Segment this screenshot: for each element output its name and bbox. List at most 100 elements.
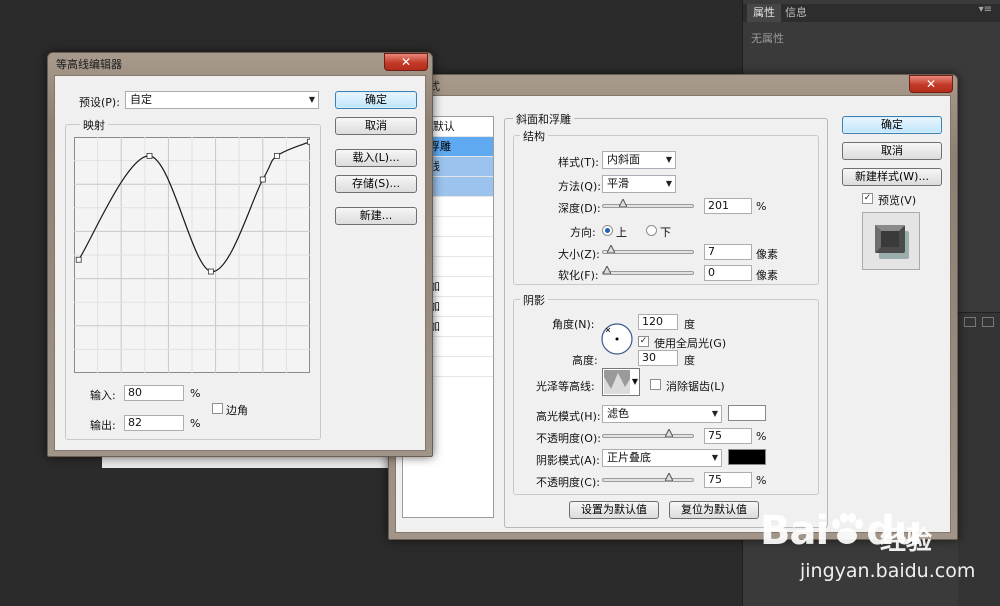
contour-ok-button[interactable]: 确定: [335, 91, 417, 109]
slider-thumb[interactable]: [664, 429, 673, 437]
soften-unit: 像素: [756, 269, 778, 282]
curve-point[interactable]: [146, 152, 153, 159]
input-field[interactable]: 80: [124, 385, 184, 401]
new-style-button[interactable]: 新建样式(W)...: [842, 168, 942, 186]
size-unit: 像素: [756, 248, 778, 261]
depth-label: 深度(D):: [558, 202, 601, 215]
shadow-opacity-input[interactable]: 75: [704, 472, 752, 488]
output-unit: %: [190, 417, 201, 430]
preset-value: 自定: [130, 93, 152, 106]
style-preview-thumbnail: [862, 212, 920, 270]
panel-lock-icon[interactable]: [964, 317, 976, 327]
preset-label: 预设(P):: [79, 96, 120, 109]
angle-label: 角度(N):: [552, 318, 595, 331]
angle-unit: 度: [684, 318, 695, 331]
highlight-opacity-unit: %: [756, 430, 767, 443]
anti-alias-label: 消除锯齿(L): [666, 380, 725, 393]
preview-checkbox[interactable]: ✓: [862, 193, 873, 204]
no-properties-text: 无属性: [751, 32, 784, 45]
reset-default-button[interactable]: 复位为默认值: [669, 501, 759, 519]
slider-thumb[interactable]: [607, 245, 616, 253]
technique-select[interactable]: 平滑 ▼: [602, 175, 676, 193]
shadow-color-swatch[interactable]: [728, 449, 766, 465]
soften-input[interactable]: 0: [704, 265, 752, 281]
size-label: 大小(Z):: [558, 248, 600, 261]
direction-up-radio[interactable]: [602, 225, 613, 236]
direction-down-label: 下: [660, 226, 671, 239]
baidu-logo-text: Bai: [760, 508, 829, 554]
slider-thumb[interactable]: [664, 473, 673, 481]
altitude-unit: 度: [684, 354, 695, 367]
layer-style-close-button[interactable]: ✕: [909, 75, 953, 93]
depth-slider[interactable]: [602, 199, 694, 208]
paw-icon: [828, 510, 866, 544]
altitude-input[interactable]: 30: [638, 350, 678, 366]
chevron-down-icon: ▼: [665, 179, 672, 188]
global-light-checkbox[interactable]: ✓: [638, 336, 649, 347]
mapping-group: 映射 输入: 80 % 边角 输出: 82 %: [65, 117, 321, 440]
curve-point[interactable]: [75, 256, 82, 263]
direction-down-radio[interactable]: [646, 225, 657, 236]
shading-group: 阴影 角度(N): 120 度 ✓ 使用全局光(G) 高度: 30 度 光泽等高…: [513, 292, 819, 495]
watermark-url: jingyan.baidu.com: [800, 560, 976, 582]
corner-checkbox[interactable]: [212, 403, 223, 414]
slider-thumb[interactable]: [603, 266, 611, 274]
gloss-contour-thumbnail-icon: [604, 370, 630, 394]
chevron-down-icon: ▼: [665, 155, 672, 164]
shadow-mode-label: 阴影模式(A):: [536, 454, 600, 467]
gloss-contour-label: 光泽等高线:: [536, 380, 595, 393]
size-slider[interactable]: [602, 245, 694, 254]
output-label: 输出:: [90, 419, 116, 432]
angle-dial[interactable]: [600, 322, 634, 356]
shadow-opacity-slider[interactable]: [602, 473, 694, 482]
contour-editor-dialog: 等高线编辑器 ✕ 预设(P): 自定 ▼ 映射 输入: 80 % 边角 输出: 8…: [47, 52, 433, 457]
shading-title: 阴影: [520, 292, 548, 308]
soften-slider[interactable]: [602, 266, 694, 275]
make-default-button[interactable]: 设置为默认值: [569, 501, 659, 519]
corner-label: 边角: [226, 404, 248, 417]
slider-thumb[interactable]: [619, 199, 628, 207]
highlight-mode-value: 滤色: [607, 407, 629, 420]
load-button[interactable]: 载入(L)...: [335, 149, 417, 167]
depth-input[interactable]: 201: [704, 198, 752, 214]
tab-info[interactable]: 信息: [779, 4, 813, 22]
layer-style-titlebar[interactable]: [389, 75, 957, 95]
preview-label: 预览(V): [878, 194, 917, 207]
save-button[interactable]: 存储(S)...: [335, 175, 417, 193]
gloss-contour-picker[interactable]: ▼: [602, 368, 640, 396]
anti-alias-checkbox[interactable]: [650, 379, 661, 390]
contour-editor-title: 等高线编辑器: [56, 58, 122, 71]
size-input[interactable]: 7: [704, 244, 752, 260]
tab-properties[interactable]: 属性: [747, 4, 781, 22]
layer-style-cancel-button[interactable]: 取消: [842, 142, 942, 160]
technique-value: 平滑: [607, 177, 629, 190]
highlight-mode-label: 高光模式(H):: [536, 410, 601, 423]
shadow-mode-select[interactable]: 正片叠底 ▼: [602, 449, 722, 467]
angle-input[interactable]: 120: [638, 314, 678, 330]
bevel-style-select[interactable]: 内斜面 ▼: [602, 151, 676, 169]
structure-title: 结构: [520, 128, 548, 144]
highlight-mode-select[interactable]: 滤色 ▼: [602, 405, 722, 423]
panel-menu-icon[interactable]: ▾≡: [979, 4, 992, 15]
curve-point[interactable]: [307, 138, 311, 145]
preset-select[interactable]: 自定 ▼: [125, 91, 319, 109]
layer-style-ok-button[interactable]: 确定: [842, 116, 942, 134]
panel-trash-icon[interactable]: [982, 317, 994, 327]
curve-point[interactable]: [274, 152, 280, 159]
direction-up-label: 上: [616, 226, 627, 239]
curve-point[interactable]: [259, 176, 266, 183]
highlight-opacity-label: 不透明度(O):: [536, 432, 601, 445]
output-field[interactable]: 82: [124, 415, 184, 431]
jingyan-label: 经验: [880, 526, 933, 556]
shadow-mode-value: 正片叠底: [607, 451, 651, 464]
contour-cancel-button[interactable]: 取消: [335, 117, 417, 135]
structure-group: 结构 样式(T): 内斜面 ▼ 方法(Q): 平滑 ▼ 深度(D): 201 % 方…: [513, 128, 819, 285]
highlight-opacity-slider[interactable]: [602, 429, 694, 438]
layer-style-client: 选项:默认面和浮雕等高线纹理边阴影发光泽色叠加变叠加案叠加发光影 斜面和浮雕 结…: [395, 95, 951, 533]
contour-editor-close-button[interactable]: ✕: [384, 53, 428, 71]
curve-point[interactable]: [207, 268, 214, 275]
highlight-color-swatch[interactable]: [728, 405, 766, 421]
highlight-opacity-input[interactable]: 75: [704, 428, 752, 444]
new-contour-button[interactable]: 新建...: [335, 207, 417, 225]
contour-curve-graph[interactable]: [74, 137, 310, 373]
